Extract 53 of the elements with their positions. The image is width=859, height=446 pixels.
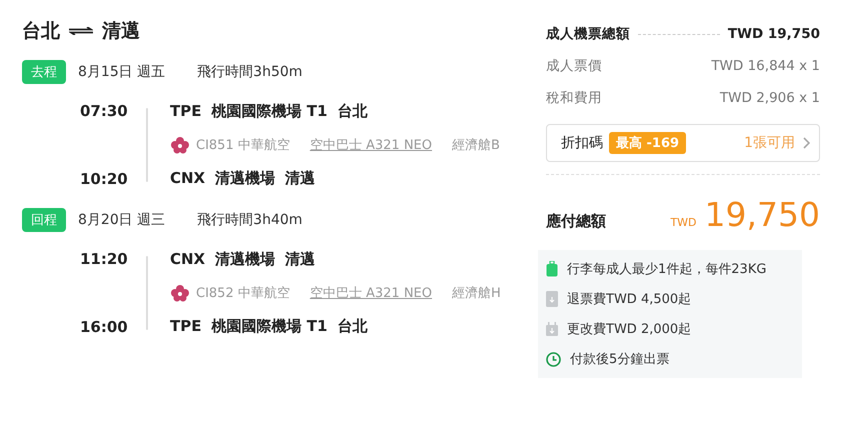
flight-duration: 飛行時間3h50m: [197, 63, 302, 81]
payable-amount: 19,750: [704, 195, 820, 234]
aircraft-link[interactable]: 空中巴士 A321 NEO: [310, 284, 432, 302]
price-total: TWD 19,750: [728, 26, 820, 42]
price-label: 成人機票總額: [546, 25, 630, 43]
airport-code: TPE: [170, 317, 202, 336]
round-trip-icon: [69, 27, 93, 35]
arrival-time: 10:20: [80, 170, 129, 188]
city-name: 清邁: [285, 169, 316, 188]
chevron-icon: [803, 137, 810, 149]
info-text: 更改費TWD 2,000起: [567, 321, 692, 338]
clock-icon: [546, 352, 561, 366]
calendar-icon: [546, 322, 558, 336]
flight-number: CI851 中華航空: [196, 137, 290, 154]
currency: TWD: [670, 216, 697, 229]
info-text: 退票費TWD 4,500起: [567, 291, 692, 308]
leg-date: 8月15日 週五: [78, 63, 166, 81]
price-label: 成人票價: [546, 57, 602, 75]
origin-city: 台北: [22, 19, 60, 44]
payable-label: 應付總額: [546, 212, 606, 231]
flower-logo-icon: [170, 136, 190, 154]
aircraft-link[interactable]: 空中巴士 A321 NEO: [310, 136, 432, 154]
cabin-class: 經濟艙B: [452, 137, 500, 154]
airport-name: 清邁機場: [215, 250, 276, 269]
destination-city: 清邁: [102, 19, 140, 44]
ticket-icon: [546, 291, 558, 307]
leg-date: 8月20日 週三: [78, 211, 166, 229]
leg-tag: 回程: [22, 208, 66, 232]
airport-name: 桃園國際機場 T1: [211, 317, 328, 336]
flight-duration: 飛行時間3h40m: [197, 211, 302, 229]
flower-logo-icon: [170, 284, 190, 302]
info-text: 付款後5分鐘出票: [570, 351, 670, 368]
leg-tag: 去程: [22, 60, 66, 84]
airport-code: CNX: [170, 169, 206, 188]
airport-code: TPE: [170, 102, 202, 121]
discount-badge: 最高 -169: [609, 132, 686, 154]
flight-number: CI852 中華航空: [196, 285, 290, 302]
info-text: 行李每成人最少1件起，每件23KG: [567, 261, 766, 278]
cabin-class: 經濟艙H: [452, 285, 501, 302]
price-label: 稅和費用: [546, 89, 602, 107]
coupon-button[interactable]: 折扣碼 最高 -169 1張可用: [546, 124, 820, 162]
departure-time: 11:20: [80, 250, 129, 268]
departure-time: 07:30: [80, 102, 129, 120]
luggage-icon: [546, 261, 558, 277]
airport-name: 清邁機場: [215, 169, 276, 188]
arrival-time: 16:00: [80, 318, 129, 336]
price-value: TWD 2,906 x 1: [720, 90, 820, 106]
city-name: 台北: [337, 317, 368, 336]
airport-code: CNX: [170, 250, 206, 269]
city-name: 台北: [337, 102, 368, 121]
airport-name: 桃園國際機場 T1: [211, 102, 328, 121]
city-name: 清邁: [285, 250, 316, 269]
price-value: TWD 16,844 x 1: [711, 58, 820, 74]
